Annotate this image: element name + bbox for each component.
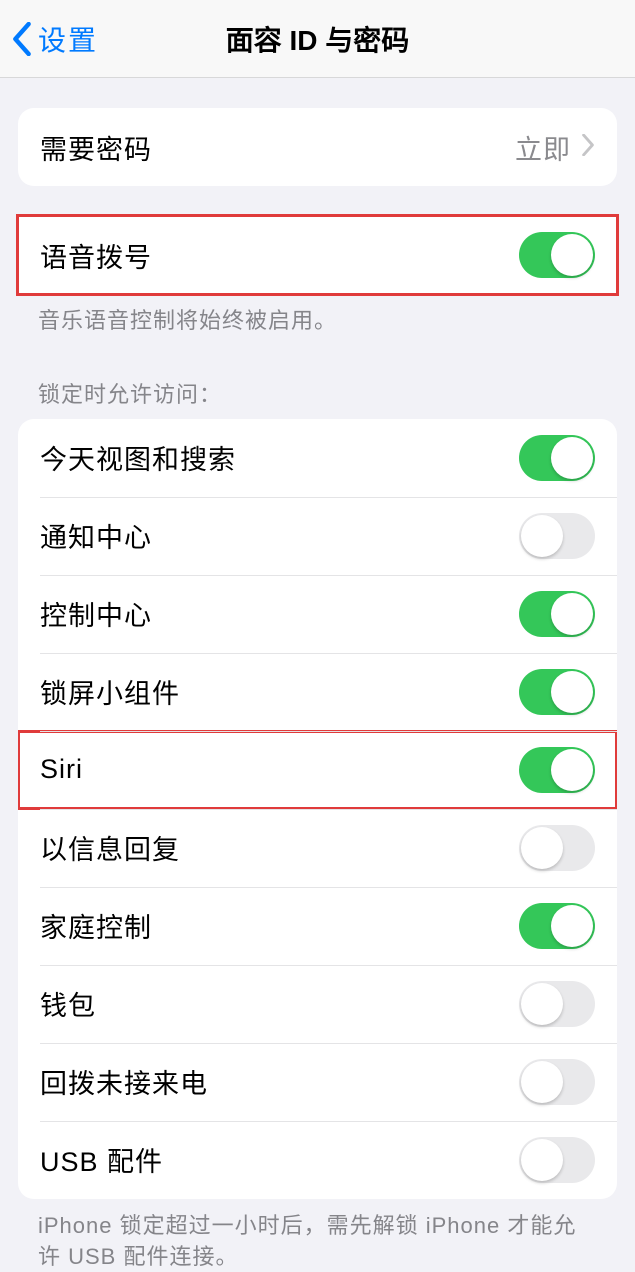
toggle-siri[interactable] [519, 747, 595, 793]
row-label: 家庭控制 [40, 906, 152, 945]
row-return-missed-calls: 回拨未接来电 [18, 1043, 617, 1121]
row-label: Siri [40, 754, 83, 785]
toggle-notification-center[interactable] [519, 513, 595, 559]
chevron-left-icon [12, 22, 32, 56]
toggle-control-center[interactable] [519, 591, 595, 637]
row-reply-with-message: 以信息回复 [18, 809, 617, 887]
row-today-view: 今天视图和搜索 [18, 419, 617, 497]
row-label: 今天视图和搜索 [40, 438, 236, 477]
toggle-return-missed-calls[interactable] [519, 1059, 595, 1105]
row-label: 以信息回复 [40, 828, 180, 867]
row-voice-dial: 语音拨号 [18, 216, 617, 294]
row-require-passcode[interactable]: 需要密码 立即 [18, 108, 617, 186]
navbar: 设置 面容 ID 与密码 [0, 0, 635, 78]
toggle-wallet[interactable] [519, 981, 595, 1027]
row-label: USB 配件 [40, 1140, 163, 1179]
section-header-locked-access: 锁定时允许访问： [0, 337, 635, 419]
toggle-usb-accessories[interactable] [519, 1137, 595, 1183]
toggle-lockscreen-widgets[interactable] [519, 669, 595, 715]
group-locked-access: 今天视图和搜索 通知中心 控制中心 锁屏小组件 Siri 以信息回复 家庭控制 [18, 419, 617, 1199]
voice-dial-note: 音乐语音控制将始终被启用。 [0, 294, 635, 337]
row-label: 通知中心 [40, 516, 152, 555]
row-control-center: 控制中心 [18, 575, 617, 653]
group-voice-dial: 语音拨号 [18, 216, 617, 294]
row-lockscreen-widgets: 锁屏小组件 [18, 653, 617, 731]
toggle-home-control[interactable] [519, 903, 595, 949]
row-notification-center: 通知中心 [18, 497, 617, 575]
row-label: 控制中心 [40, 594, 152, 633]
toggle-reply-with-message[interactable] [519, 825, 595, 871]
row-label: 需要密码 [40, 128, 152, 167]
row-home-control: 家庭控制 [18, 887, 617, 965]
toggle-today-view[interactable] [519, 435, 595, 481]
back-button[interactable]: 设置 [0, 19, 98, 59]
row-wallet: 钱包 [18, 965, 617, 1043]
locked-access-footer: iPhone 锁定超过一小时后，需先解锁 iPhone 才能允许 USB 配件连… [0, 1199, 635, 1272]
row-label: 钱包 [40, 984, 96, 1023]
toggle-voice-dial[interactable] [519, 232, 595, 278]
row-siri: Siri [18, 731, 617, 809]
row-label: 语音拨号 [40, 236, 152, 275]
row-usb-accessories: USB 配件 [18, 1121, 617, 1199]
row-label: 锁屏小组件 [40, 672, 180, 711]
row-value: 立即 [515, 128, 571, 167]
group-require-passcode: 需要密码 立即 [18, 108, 617, 186]
chevron-right-icon [581, 134, 595, 161]
row-label: 回拨未接来电 [40, 1062, 208, 1101]
row-right: 立即 [515, 128, 595, 167]
back-label: 设置 [38, 19, 98, 59]
